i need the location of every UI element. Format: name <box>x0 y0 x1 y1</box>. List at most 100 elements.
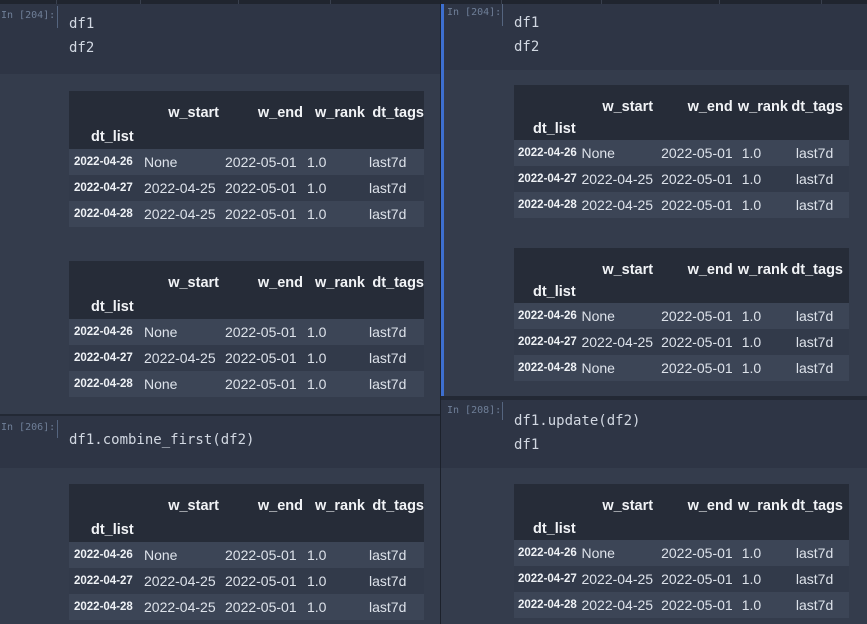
notebook-cell[interactable]: In [206]: df1.combine_first(df2) w_start… <box>0 416 440 624</box>
row-index: 2022-04-26 <box>74 326 133 338</box>
row-index: 2022-04-28 <box>74 601 133 613</box>
notebook-cell[interactable]: In [204]: df1 df2 w_start w_end w_rank d… <box>0 4 440 414</box>
cell-input-area[interactable]: In [206]: df1.combine_first(df2) <box>0 416 440 468</box>
table-cell: last7d <box>369 599 407 615</box>
row-index: 2022-04-28 <box>74 208 133 220</box>
code-editor[interactable]: df1.update(df2) df1 <box>514 409 640 457</box>
row-index: 2022-04-26 <box>518 147 577 159</box>
index-name-header: dt_list <box>533 121 576 137</box>
table-row: 2022-04-28 2022-04-25 2022-05-01 1.0 las… <box>69 201 424 227</box>
table-cell: 2022-05-01 <box>225 180 297 196</box>
table-cell: 1.0 <box>741 597 762 613</box>
row-index: 2022-04-27 <box>74 182 133 194</box>
table-cell: 2022-05-01 <box>225 376 297 392</box>
column-header: dt_tags <box>372 105 424 121</box>
table-cell: last7d <box>795 545 834 561</box>
table-cell: 2022-04-25 <box>581 597 654 613</box>
index-name-header: dt_list <box>91 299 134 315</box>
code-line: df1.combine_first(df2) <box>69 432 255 448</box>
notebook-cell[interactable]: In [204]: df1 df2 w_start w_end w_rank d… <box>441 4 867 396</box>
row-index: 2022-04-28 <box>518 599 577 611</box>
table-cell: 2022-04-25 <box>581 334 654 350</box>
code-line: df1.update(df2) <box>514 413 641 429</box>
table-cell: last7d <box>369 206 407 222</box>
table-cell: 2022-05-01 <box>661 360 733 376</box>
index-name-header: dt_list <box>533 284 576 300</box>
table-cell: 1.0 <box>741 334 762 350</box>
table-row: 2022-04-27 2022-04-25 2022-05-01 1.0 las… <box>514 166 849 192</box>
column-header: w_start <box>602 498 654 514</box>
column-header: w_end <box>257 498 303 514</box>
table-cell: 2022-05-01 <box>661 334 733 350</box>
table-cell: last7d <box>795 571 834 587</box>
table-cell: last7d <box>795 308 834 324</box>
table-cell: 1.0 <box>741 145 762 161</box>
table-cell: 2022-05-01 <box>225 154 297 170</box>
table-row: 2022-04-28 2022-04-25 2022-05-01 1.0 las… <box>514 192 849 218</box>
table-cell: None <box>144 376 178 392</box>
row-index: 2022-04-28 <box>74 378 133 390</box>
table-cell: 2022-05-01 <box>661 171 733 187</box>
table-cell: 1.0 <box>741 171 762 187</box>
cell-prompt: In [208]: <box>447 405 502 416</box>
table-cell: last7d <box>795 145 834 161</box>
cell-input-area[interactable]: In [204]: df1 df2 <box>441 4 867 70</box>
table-cell: last7d <box>369 350 407 366</box>
table-cell: 2022-04-25 <box>144 206 216 222</box>
code-editor[interactable]: df1 df2 <box>69 12 94 60</box>
table-cell: 2022-05-01 <box>661 545 733 561</box>
table-row: 2022-04-27 2022-04-25 2022-05-01 1.0 las… <box>69 175 424 201</box>
table-cell: 2022-04-25 <box>144 599 216 615</box>
table-cell: 1.0 <box>741 360 762 376</box>
dataframe-table: w_start w_end w_rank dt_tags dt_list 202… <box>69 91 424 227</box>
table-row: 2022-04-28 None 2022-05-01 1.0 last7d <box>514 355 849 381</box>
table-cell: 2022-04-25 <box>144 180 216 196</box>
dataframe-table: w_start w_end w_rank dt_tags dt_list 202… <box>514 85 849 218</box>
row-index: 2022-04-26 <box>518 547 577 559</box>
table-cell: 1.0 <box>307 154 327 170</box>
cell-output-area: w_start w_end w_rank dt_tags dt_list 202… <box>0 74 440 414</box>
table-cell: 1.0 <box>307 180 327 196</box>
table-cell: last7d <box>795 597 834 613</box>
dataframe-table: w_start w_end w_rank dt_tags dt_list 202… <box>514 484 849 618</box>
column-header: w_start <box>602 99 654 115</box>
table-cell: 2022-05-01 <box>225 324 297 340</box>
code-line: df2 <box>514 39 540 55</box>
table-cell: last7d <box>369 324 407 340</box>
table-cell: last7d <box>795 197 834 213</box>
table-cell: None <box>581 308 615 324</box>
table-cell: last7d <box>795 334 834 350</box>
table-row: 2022-04-26 None 2022-05-01 1.0 last7d <box>69 319 424 345</box>
table-row: 2022-04-28 None 2022-05-01 1.0 last7d <box>69 371 424 397</box>
table-cell: 2022-05-01 <box>225 573 297 589</box>
column-header: w_start <box>168 498 219 514</box>
notebook-cell[interactable]: In [208]: df1.update(df2) df1 w_start w_… <box>441 400 867 624</box>
index-name-header: dt_list <box>91 129 134 145</box>
table-cell: last7d <box>369 180 407 196</box>
row-index: 2022-04-27 <box>518 573 577 585</box>
table-row: 2022-04-26 None 2022-05-01 1.0 last7d <box>514 540 849 566</box>
row-index: 2022-04-28 <box>518 199 577 211</box>
column-header: w_start <box>168 105 219 121</box>
left-editor-pane: In [204]: df1 df2 w_start w_end w_rank d… <box>0 0 440 624</box>
cell-input-area[interactable]: In [204]: df1 df2 <box>0 4 440 74</box>
table-cell: 2022-05-01 <box>225 599 297 615</box>
table-row: 2022-04-27 2022-04-25 2022-05-01 1.0 las… <box>514 329 849 355</box>
table-cell: 2022-05-01 <box>661 145 733 161</box>
table-cell: None <box>581 145 615 161</box>
column-header: w_end <box>257 275 303 291</box>
right-editor-pane: In [204]: df1 df2 w_start w_end w_rank d… <box>441 0 867 624</box>
code-editor[interactable]: df1.combine_first(df2) <box>69 428 254 452</box>
table-cell: 1.0 <box>307 324 327 340</box>
row-index: 2022-04-26 <box>74 549 133 561</box>
row-index: 2022-04-27 <box>518 173 577 185</box>
code-line: df2 <box>69 40 95 56</box>
cell-input-area[interactable]: In [208]: df1.update(df2) df1 <box>441 400 867 468</box>
table-cell: 1.0 <box>741 545 762 561</box>
table-cell: 1.0 <box>307 547 327 563</box>
row-index: 2022-04-27 <box>518 336 577 348</box>
table-row: 2022-04-26 None 2022-05-01 1.0 last7d <box>69 542 424 568</box>
code-editor[interactable]: df1 df2 <box>514 11 539 59</box>
dataframe-table: w_start w_end w_rank dt_tags dt_list 202… <box>69 261 424 397</box>
table-cell: 2022-04-25 <box>581 197 654 213</box>
